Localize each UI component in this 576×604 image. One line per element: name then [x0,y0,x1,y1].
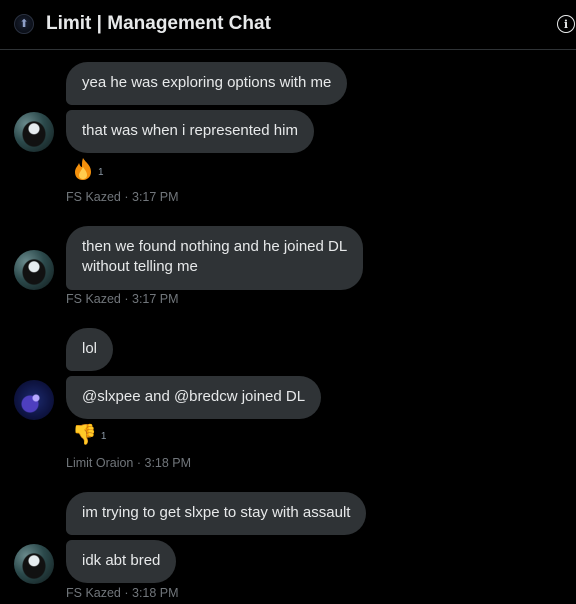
message-reaction[interactable]: 👎 1 [72,423,106,445]
message-bubble[interactable]: idk abt bred [66,540,177,583]
conversation-info-icon[interactable]: i [557,15,575,33]
fire-emoji-icon [75,158,91,180]
message-bubble[interactable]: im trying to get slxpe to stay with assa… [66,492,367,535]
message-text: im trying to get slxpe to stay with assa… [82,504,351,521]
message-meta: FS Kazed · 3:18 PM [66,586,179,600]
message-text: @slxpee and @bredcw joined DL [82,388,306,405]
message-text: that was when i represented him [82,122,298,139]
conversation-title[interactable]: Limit | Management Chat [46,13,271,35]
reaction-count: 1 [98,167,104,178]
message-text: idk abt bred [82,552,161,569]
message-meta: FS Kazed · 3:17 PM [66,292,179,306]
chat-header: ⬆ Limit | Management Chat i [0,0,576,50]
message-bubble[interactable]: that was when i represented him [66,110,314,153]
group-avatar[interactable]: ⬆ [14,14,34,34]
message-meta: FS Kazed · 3:17 PM [66,190,179,204]
message-text: lol [82,340,98,357]
message-bubble[interactable]: lol [66,328,114,371]
avatar-fs-kazed[interactable] [14,250,54,290]
thumbs-down-emoji-icon: 👎 [72,422,97,446]
message-bubble[interactable]: yea he was exploring options with me [66,62,348,105]
avatar-fs-kazed[interactable] [14,112,54,152]
message-reaction[interactable]: 1 [72,157,104,181]
message-text: yea he was exploring options with me [82,74,332,91]
group-logo-icon: ⬆ [19,17,29,30]
avatar-limit-oraion[interactable] [14,380,54,420]
message-bubble[interactable]: @slxpee and @bredcw joined DL [66,376,322,419]
message-meta: Limit Oraion · 3:18 PM [66,456,192,470]
avatar-fs-kazed[interactable] [14,544,54,584]
reaction-count: 1 [100,431,107,442]
message-bubble[interactable]: then we found nothing and he joined DL w… [66,226,364,290]
message-text-line: then we found nothing and he joined DL [82,238,348,255]
message-text-line: without telling me [82,258,198,275]
